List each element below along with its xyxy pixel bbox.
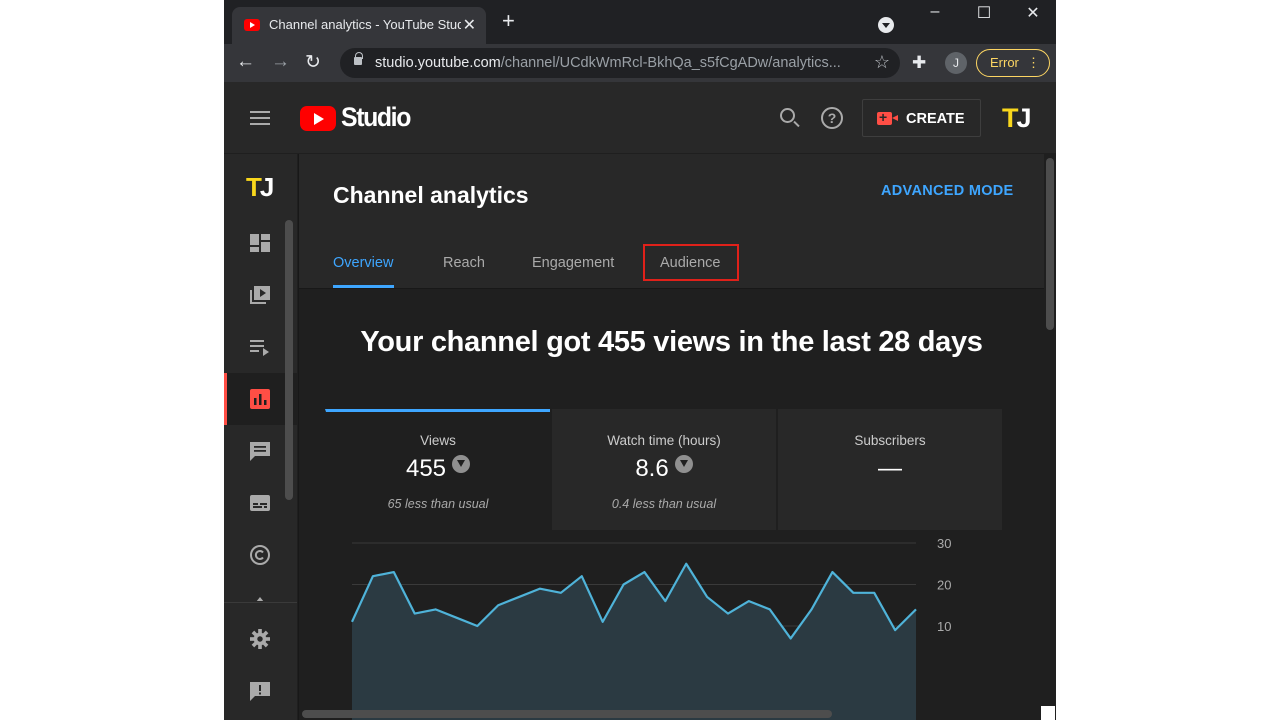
tab-engagement[interactable]: Engagement	[532, 255, 614, 271]
youtube-favicon-icon	[244, 19, 260, 31]
maximize-button[interactable]: ☐	[961, 3, 1007, 23]
tab-title: Channel analytics - YouTube Studio	[269, 17, 461, 32]
feedback-icon	[250, 682, 270, 701]
back-arrow-icon[interactable]: ←	[236, 51, 255, 73]
error-label: Error	[990, 55, 1019, 70]
analytics-icon	[250, 389, 270, 409]
views-chart-svg: 30 20 10	[350, 536, 951, 720]
search-icon[interactable]	[780, 108, 795, 123]
lock-icon	[354, 52, 363, 65]
metric-card-subscribers[interactable]: Subscribers —	[777, 409, 1002, 530]
copyright-icon	[250, 545, 270, 565]
gear-icon	[250, 629, 270, 649]
forward-arrow-icon[interactable]: →	[271, 51, 290, 73]
views-headline: Your channel got 455 views in the last 2…	[360, 326, 983, 358]
metric-card-views[interactable]: Views 455 65 less than usual	[325, 409, 550, 530]
menu-hamburger-icon[interactable]	[250, 111, 270, 125]
sidebar-item-copyright[interactable]	[224, 529, 297, 581]
trend-down-icon	[452, 455, 471, 473]
sidebar-scrollbar[interactable]	[285, 220, 293, 500]
tab-overview[interactable]: Overview	[333, 255, 393, 271]
playlist-icon	[250, 340, 269, 356]
sidebar-channel-logo[interactable]: TJ	[246, 172, 274, 203]
profile-avatar[interactable]: J	[945, 52, 967, 74]
comments-icon	[250, 442, 270, 461]
youtube-logo-icon[interactable]	[300, 106, 336, 131]
minimize-button[interactable]: –	[912, 3, 958, 21]
metric-cards: Views 455 65 less than usual Watch time …	[325, 409, 1002, 530]
metric-note: 0.4 less than usual	[611, 497, 717, 511]
sidebar-item-feedback[interactable]	[224, 665, 297, 717]
close-window-button[interactable]: ✕	[1010, 3, 1056, 23]
channel-avatar[interactable]: TJ	[1002, 103, 1031, 134]
views-chart: 30 20 10	[325, 530, 1002, 720]
content-video-icon	[250, 286, 270, 304]
analytics-header: Channel analytics ADVANCED MODE Overview…	[299, 154, 1044, 289]
browser-toolbar: ← → ↻ studio.youtube.com/channel/UCdkWmR…	[224, 44, 1056, 82]
create-label: CREATE	[906, 111, 965, 127]
profile-menu-icon[interactable]	[878, 17, 894, 33]
studio-header: Studio ? CREATE TJ	[224, 82, 1056, 154]
sidebar-divider	[224, 602, 297, 603]
more-options-icon: ⋮	[1027, 55, 1040, 70]
address-bar[interactable]: studio.youtube.com/channel/UCdkWmRcl-Bkh…	[340, 48, 900, 78]
horizontal-scrollbar[interactable]	[302, 710, 832, 718]
error-button[interactable]: Error ⋮	[976, 49, 1050, 77]
metric-label: Subscribers	[854, 433, 926, 448]
dashboard-icon	[250, 234, 270, 252]
help-icon[interactable]: ?	[821, 107, 843, 129]
create-video-icon	[877, 109, 898, 125]
views-area-fill	[352, 563, 916, 720]
tab-reach[interactable]: Reach	[443, 255, 485, 271]
sidebar-item-settings[interactable]	[224, 613, 297, 665]
metric-note: 65 less than usual	[387, 497, 489, 511]
browser-window: Channel analytics - YouTube Studio ✕ + –…	[224, 0, 1056, 720]
metric-value: 8.6	[552, 455, 776, 483]
metric-label: Watch time (hours)	[607, 433, 721, 448]
main-content: Channel analytics ADVANCED MODE Overview…	[299, 154, 1056, 720]
reload-icon[interactable]: ↻	[305, 51, 321, 74]
page-title: Channel analytics	[333, 182, 529, 208]
metric-value: 455	[326, 455, 550, 483]
y-tick-label: 10	[937, 619, 951, 634]
scroll-corner	[1041, 706, 1055, 720]
sidebar-item-earn[interactable]	[224, 581, 297, 601]
metric-card-watch-time[interactable]: Watch time (hours) 8.6 0.4 less than usu…	[551, 409, 776, 530]
advanced-mode-button[interactable]: ADVANCED MODE	[881, 183, 1014, 199]
metric-label: Views	[420, 433, 456, 448]
trend-down-icon	[674, 455, 693, 473]
sidebar: TJ	[224, 154, 298, 720]
monetization-icon	[256, 597, 264, 601]
tab-strip: Channel analytics - YouTube Studio ✕ + –…	[224, 0, 1056, 44]
metric-value: —	[878, 455, 902, 482]
create-button[interactable]: CREATE	[862, 99, 981, 137]
url-text[interactable]: studio.youtube.com/channel/UCdkWmRcl-Bkh…	[375, 55, 855, 71]
extensions-puzzle-icon[interactable]: ✚	[912, 53, 926, 73]
studio-logo-text[interactable]: Studio	[341, 102, 411, 133]
main-scrollbar-thumb[interactable]	[1046, 158, 1054, 330]
browser-tab[interactable]: Channel analytics - YouTube Studio ✕	[232, 7, 486, 44]
main-scrollbar[interactable]	[1044, 154, 1056, 720]
tab-close-icon[interactable]: ✕	[463, 15, 476, 35]
y-tick-label: 30	[937, 536, 951, 551]
y-tick-label: 20	[937, 578, 951, 593]
new-tab-button[interactable]: +	[502, 10, 515, 32]
subtitles-icon	[250, 495, 270, 511]
audience-tab-highlight-box	[643, 244, 739, 281]
bookmark-star-icon[interactable]: ☆	[874, 52, 890, 73]
active-tab-indicator	[333, 285, 394, 288]
